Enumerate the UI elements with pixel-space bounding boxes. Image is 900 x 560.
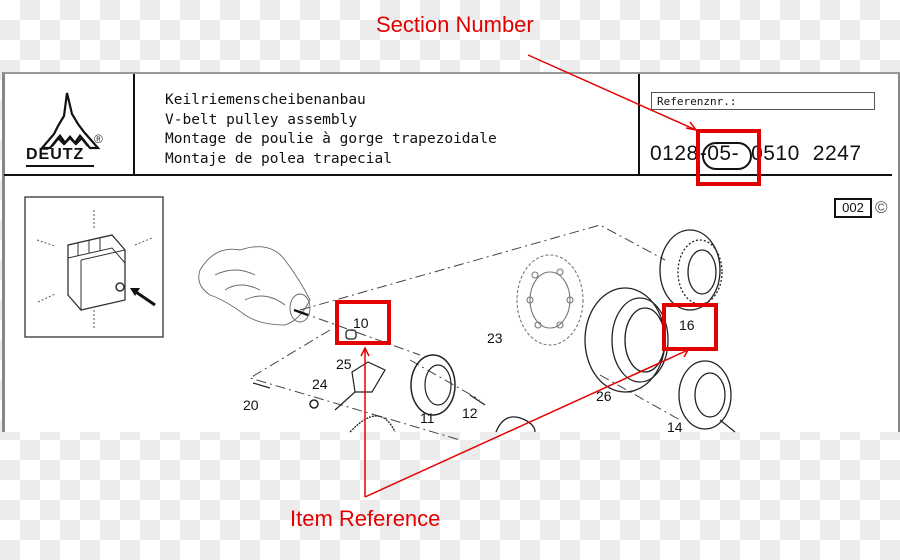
item-arrow-line-right xyxy=(364,349,689,498)
annotation-arrows xyxy=(360,54,698,498)
item-reference-annotation: Item Reference xyxy=(290,506,441,531)
section-number-annotation: Section Number xyxy=(376,12,534,37)
section-arrow-line xyxy=(527,54,697,131)
